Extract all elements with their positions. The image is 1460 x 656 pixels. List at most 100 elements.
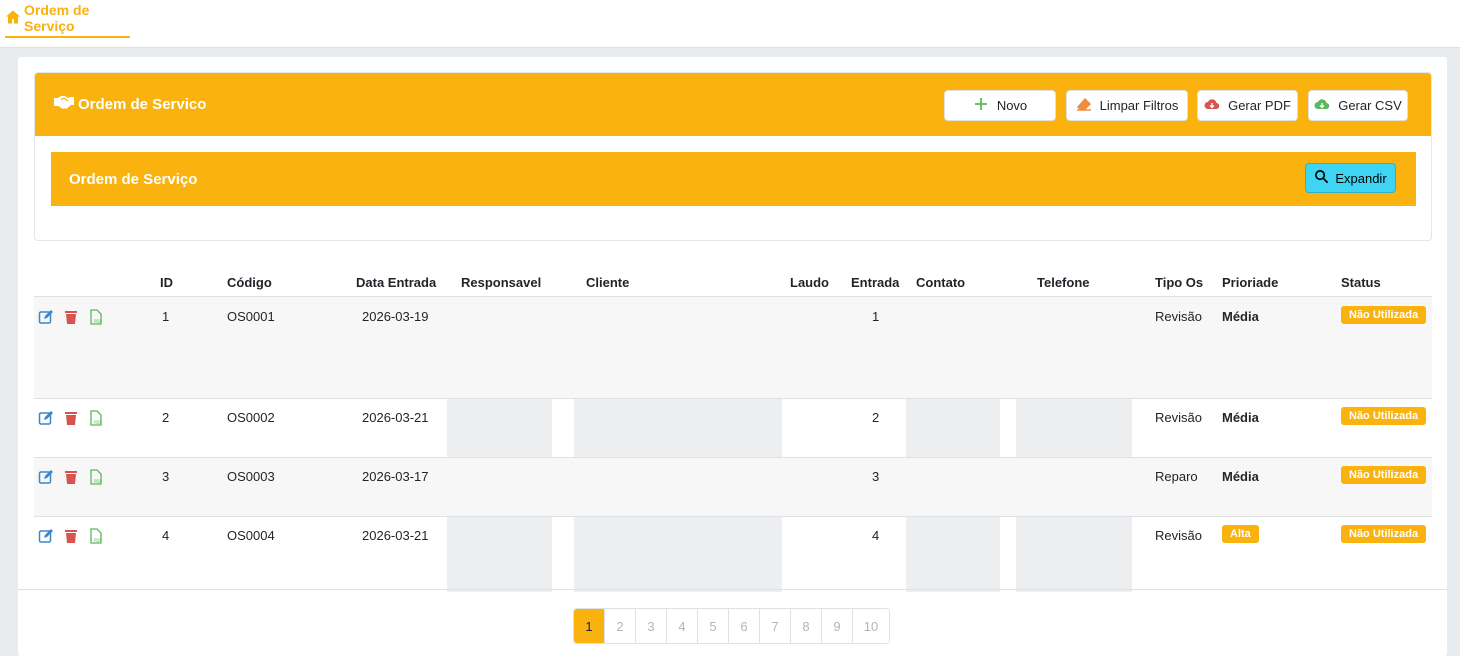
- page-4[interactable]: 4: [667, 609, 698, 643]
- priority-badge-text: Alta: [1222, 525, 1259, 543]
- gerar-csv-button[interactable]: Gerar CSV: [1308, 90, 1408, 121]
- cloud-download-icon: [1314, 96, 1330, 115]
- table-row: PDF 3 OS0003 2026-03-17 3 Reparo Média N…: [34, 457, 1432, 516]
- cell-id: 3: [162, 469, 170, 484]
- page-6[interactable]: 6: [729, 609, 760, 643]
- th-telefone[interactable]: Telefone: [1037, 275, 1090, 290]
- page-9[interactable]: 9: [822, 609, 853, 643]
- filter-title: Ordem de Serviço: [69, 171, 198, 188]
- th-id[interactable]: ID: [160, 275, 173, 290]
- gerar-csv-label: Gerar CSV: [1338, 98, 1402, 113]
- limpar-filtros-button[interactable]: Limpar Filtros: [1066, 90, 1188, 121]
- status-badge-text: Não Utilizada: [1341, 525, 1427, 543]
- edit-icon[interactable]: [38, 410, 54, 426]
- tab-label: Ordem de Serviço: [24, 2, 90, 34]
- panel-title-text: Ordem de Servico: [78, 95, 207, 113]
- cell-id: 1: [162, 309, 170, 324]
- cell-data-entrada: 2026-03-17: [362, 469, 429, 484]
- limpar-label: Limpar Filtros: [1099, 98, 1179, 113]
- page-5[interactable]: 5: [698, 609, 729, 643]
- panel-header: Ordem de Servico Novo Limpar Filtros Ger…: [35, 73, 1431, 136]
- plus-icon: [973, 96, 989, 115]
- svg-text:PDF: PDF: [94, 479, 102, 484]
- cell-tipo-os: Revisão: [1155, 528, 1202, 543]
- row-actions: PDF: [38, 410, 104, 426]
- row-actions: PDF: [38, 309, 104, 325]
- cell-codigo: OS0004: [227, 528, 275, 543]
- tab-ordem-de-servico[interactable]: Ordem de Serviço: [5, 0, 130, 38]
- status-badge: Não Utilizada: [1341, 407, 1427, 425]
- gerar-pdf-button[interactable]: Gerar PDF: [1197, 90, 1298, 121]
- page-1[interactable]: 1: [574, 609, 605, 643]
- table-row: PDF 1 OS0001 2026-03-19 1 Revisão Média …: [34, 296, 1432, 398]
- cell-codigo: OS0001: [227, 309, 275, 324]
- cell-entrada: 1: [872, 309, 880, 324]
- cell-entrada: 3: [872, 469, 880, 484]
- svg-text:PDF: PDF: [94, 538, 102, 543]
- edit-icon[interactable]: [38, 528, 54, 544]
- trash-icon[interactable]: [63, 469, 79, 485]
- status-badge: Não Utilizada: [1341, 306, 1427, 324]
- th-codigo[interactable]: Código: [227, 275, 272, 290]
- panel-title: Ordem de Servico: [53, 94, 206, 114]
- page-8[interactable]: 8: [791, 609, 822, 643]
- svg-text:PDF: PDF: [94, 319, 102, 324]
- cell-data-entrada: 2026-03-21: [362, 410, 429, 425]
- page-2[interactable]: 2: [605, 609, 636, 643]
- eraser-icon: [1076, 96, 1092, 115]
- svg-text:PDF: PDF: [94, 420, 102, 425]
- cloud-download-icon: [1204, 96, 1220, 115]
- th-responsavel[interactable]: Responsavel: [461, 275, 541, 290]
- row-actions: PDF: [38, 469, 104, 485]
- th-laudo[interactable]: Laudo: [790, 275, 829, 290]
- top-navbar: Ordem de Serviço: [0, 0, 1460, 48]
- page-10[interactable]: 10: [853, 609, 889, 643]
- row-actions: PDF: [38, 528, 104, 544]
- ordens-table: ID Código Data Entrada Responsavel Clien…: [34, 262, 1432, 590]
- novo-label: Novo: [996, 98, 1028, 113]
- search-icon: [1314, 169, 1329, 187]
- ordem-servico-panel: Ordem de Servico Novo Limpar Filtros Ger…: [34, 72, 1432, 241]
- pdf-file-icon[interactable]: PDF: [88, 309, 104, 325]
- th-tipo-os[interactable]: Tipo Os: [1155, 275, 1203, 290]
- trash-icon[interactable]: [63, 528, 79, 544]
- handshake-icon: [53, 94, 75, 114]
- cell-data-entrada: 2026-03-21: [362, 528, 429, 543]
- status-badge-text: Não Utilizada: [1341, 306, 1427, 324]
- status-badge-text: Não Utilizada: [1341, 407, 1427, 425]
- filter-header: Ordem de Serviço Expandir: [51, 152, 1416, 206]
- trash-icon[interactable]: [63, 410, 79, 426]
- home-icon: [5, 9, 21, 28]
- gerar-pdf-label: Gerar PDF: [1228, 98, 1291, 113]
- cell-tipo-os: Revisão: [1155, 410, 1202, 425]
- pdf-file-icon[interactable]: PDF: [88, 528, 104, 544]
- cell-entrada: 2: [872, 410, 880, 425]
- th-contato[interactable]: Contato: [916, 275, 965, 290]
- status-badge: Não Utilizada: [1341, 466, 1427, 484]
- cell-prioridade: Média: [1222, 309, 1259, 324]
- priority-badge: Alta: [1222, 525, 1259, 543]
- th-prioridade[interactable]: Prioriade: [1222, 275, 1278, 290]
- status-badge: Não Utilizada: [1341, 525, 1427, 543]
- pdf-file-icon[interactable]: PDF: [88, 469, 104, 485]
- edit-icon[interactable]: [38, 309, 54, 325]
- trash-icon[interactable]: [63, 309, 79, 325]
- novo-button[interactable]: Novo: [944, 90, 1056, 121]
- edit-icon[interactable]: [38, 469, 54, 485]
- pdf-file-icon[interactable]: PDF: [88, 410, 104, 426]
- cell-id: 2: [162, 410, 170, 425]
- table-footer-divider: [18, 589, 1447, 590]
- page-3[interactable]: 3: [636, 609, 667, 643]
- th-entrada[interactable]: Entrada: [851, 275, 899, 290]
- cell-prioridade: Média: [1222, 469, 1259, 484]
- table-row: PDF 4 OS0004 2026-03-21 4 Revisão Alta N…: [34, 516, 1432, 590]
- cell-tipo-os: Revisão: [1155, 309, 1202, 324]
- cell-data-entrada: 2026-03-19: [362, 309, 429, 324]
- th-data-entrada[interactable]: Data Entrada: [356, 275, 436, 290]
- table-row: PDF 2 OS0002 2026-03-21 2 Revisão Média …: [34, 398, 1432, 457]
- expandir-button[interactable]: Expandir: [1305, 163, 1396, 193]
- th-cliente[interactable]: Cliente: [586, 275, 629, 290]
- th-status[interactable]: Status: [1341, 275, 1381, 290]
- cell-entrada: 4: [872, 528, 880, 543]
- page-7[interactable]: 7: [760, 609, 791, 643]
